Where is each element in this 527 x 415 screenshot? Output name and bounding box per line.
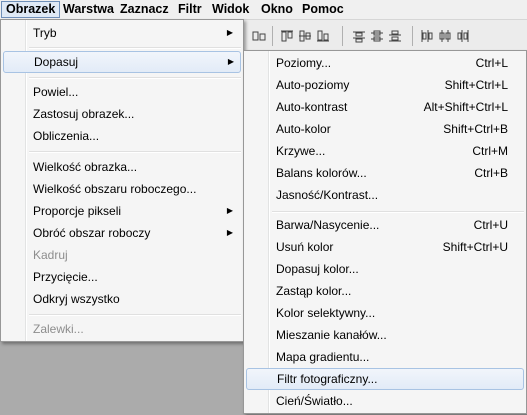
- align-bottom-icon[interactable]: [316, 29, 330, 43]
- menu-item-zastosuj-obrazek[interactable]: Zastosuj obrazek...: [3, 103, 239, 125]
- menu-item-mapa-gradientu[interactable]: Mapa gradientu...: [246, 346, 522, 368]
- menu-item-zastap-kolor[interactable]: Zastąp kolor...: [246, 280, 522, 302]
- menu-item-kadruj: Kadruj: [3, 244, 239, 266]
- menu-item-shortcut: Ctrl+U: [473, 218, 508, 232]
- menu-item-label: Przycięcie...: [33, 270, 98, 284]
- toolbar-separator: [412, 26, 413, 46]
- menu-item-balans-kolorow[interactable]: Balans kolorów... Ctrl+B: [246, 162, 522, 184]
- menu-item-label: Usuń kolor: [276, 240, 334, 254]
- menu-item-przyciecie[interactable]: Przycięcie...: [3, 266, 239, 288]
- menu-separator: [29, 47, 241, 49]
- menu-item-wielkosc-obrazka[interactable]: Wielkość obrazka...: [3, 156, 239, 178]
- menu-item-shortcut: Ctrl+B: [474, 166, 508, 180]
- distribute-vcenter-icon[interactable]: [370, 29, 384, 43]
- distribute-right-icon[interactable]: [456, 29, 470, 43]
- submenu-arrow-icon: ▶: [227, 57, 234, 66]
- menu-item-label: Obróć obszar roboczy: [33, 226, 151, 240]
- submenu-arrow-icon: ▶: [226, 28, 233, 37]
- menu-item-label: Balans kolorów...: [276, 166, 367, 180]
- menu-item-label: Kolor selektywny...: [276, 306, 376, 320]
- menu-item-label: Odkryj wszystko: [33, 292, 120, 306]
- menu-item-label: Cień/Światło...: [276, 394, 353, 408]
- menu-item-label: Zastosuj obrazek...: [33, 107, 135, 121]
- menu-item-wielkosc-obszaru-roboczego[interactable]: Wielkość obszaru roboczego...: [3, 178, 239, 200]
- menu-item-proporcje-pikseli[interactable]: Proporcje pikseli ▶: [3, 200, 239, 222]
- menu-item-cien-swiatlo[interactable]: Cień/Światło...: [246, 390, 522, 412]
- menu-item-kolor-selektywny[interactable]: Kolor selektywny...: [246, 302, 522, 324]
- menu-obrazek[interactable]: Obrazek: [1, 1, 61, 18]
- menu-item-krzywe[interactable]: Krzywe... Ctrl+M: [246, 140, 522, 162]
- toolbar-separator: [342, 26, 343, 46]
- menu-item-label: Krzywe...: [276, 144, 326, 158]
- menu-item-label: Dopasuj: [34, 55, 79, 69]
- menu-item-label: Obliczenia...: [33, 129, 100, 143]
- menu-item-powiel[interactable]: Powiel...: [3, 81, 239, 103]
- menu-item-mieszanie-kanalow[interactable]: Mieszanie kanałów...: [246, 324, 522, 346]
- menu-item-label: Mieszanie kanałów...: [276, 328, 387, 342]
- submenu-arrow-icon: ▶: [226, 228, 233, 237]
- align-icon[interactable]: [252, 29, 266, 43]
- menu-item-label: Powiel...: [33, 85, 79, 99]
- menu-item-barwa-nasycenie[interactable]: Barwa/Nasycenie... Ctrl+U: [246, 214, 522, 236]
- distribute-bottom-icon[interactable]: [388, 29, 402, 43]
- menu-separator: [272, 211, 524, 213]
- menu-item-shortcut: Alt+Shift+Ctrl+L: [423, 100, 508, 114]
- menu-okno[interactable]: Okno: [257, 1, 297, 18]
- menu-item-shortcut: Ctrl+L: [475, 56, 508, 70]
- dopasuj-submenu: Poziomy... Ctrl+L Auto-poziomy Shift+Ctr…: [243, 50, 527, 414]
- distribute-hcenter-icon[interactable]: [438, 29, 452, 43]
- obrazek-menu: Tryb ▶ Dopasuj ▶ Powiel... Zastosuj obra…: [0, 19, 244, 342]
- menu-item-filtr-fotograficzny[interactable]: Filtr fotograficzny...: [246, 368, 524, 390]
- menu-item-label: Dopasuj kolor...: [276, 262, 359, 276]
- menu-item-label: Poziomy...: [276, 56, 332, 70]
- menu-filtr[interactable]: Filtr: [174, 1, 206, 18]
- distribute-top-icon[interactable]: [352, 29, 366, 43]
- menu-item-label: Zalewki...: [33, 322, 84, 336]
- menu-item-label: Kadruj: [33, 248, 68, 262]
- menu-item-zalewki: Zalewki...: [3, 318, 239, 340]
- menu-item-usun-kolor[interactable]: Usuń kolor Shift+Ctrl+U: [246, 236, 522, 258]
- menu-item-label: Auto-poziomy: [276, 78, 350, 92]
- menu-item-tryb[interactable]: Tryb ▶: [3, 22, 239, 44]
- menu-separator: [29, 151, 241, 153]
- menu-item-label: Tryb: [33, 26, 57, 40]
- menu-item-shortcut: Shift+Ctrl+B: [443, 122, 508, 136]
- menu-item-odkryj-wszystko[interactable]: Odkryj wszystko: [3, 288, 239, 310]
- toolbar-separator: [272, 26, 273, 46]
- menu-separator: [29, 314, 241, 316]
- menu-item-shortcut: Ctrl+M: [472, 144, 508, 158]
- menu-zaznacz[interactable]: Zaznacz: [116, 1, 173, 18]
- menu-item-label: Zastąp kolor...: [276, 284, 352, 298]
- menu-item-label: Mapa gradientu...: [276, 350, 370, 364]
- menu-item-label: Jasność/Kontrast...: [276, 188, 379, 202]
- menu-widok[interactable]: Widok: [208, 1, 253, 18]
- menu-item-label: Proporcje pikseli: [33, 204, 122, 218]
- menu-item-dopasuj-kolor[interactable]: Dopasuj kolor...: [246, 258, 522, 280]
- menu-item-auto-kolor[interactable]: Auto-kolor Shift+Ctrl+B: [246, 118, 522, 140]
- menu-item-obliczenia[interactable]: Obliczenia...: [3, 125, 239, 147]
- menu-item-dopasuj[interactable]: Dopasuj ▶: [3, 51, 241, 73]
- align-top-icon[interactable]: [280, 29, 294, 43]
- menu-item-obroc-obszar-roboczy[interactable]: Obróć obszar roboczy ▶: [3, 222, 239, 244]
- menu-pomoc[interactable]: Pomoc: [298, 1, 348, 18]
- menu-warstwa[interactable]: Warstwa: [59, 1, 118, 18]
- menu-item-auto-poziomy[interactable]: Auto-poziomy Shift+Ctrl+L: [246, 74, 522, 96]
- submenu-arrow-icon: ▶: [226, 206, 233, 215]
- distribute-left-icon[interactable]: [420, 29, 434, 43]
- menu-item-jasnosc-kontrast[interactable]: Jasność/Kontrast...: [246, 184, 522, 206]
- menu-item-label: Wielkość obrazka...: [33, 160, 138, 174]
- menu-separator: [29, 77, 241, 79]
- menu-bar: Obrazek Warstwa Zaznacz Filtr Widok Okno…: [0, 0, 527, 20]
- menu-item-label: Wielkość obszaru roboczego...: [33, 182, 197, 196]
- menu-item-label: Auto-kontrast: [276, 100, 348, 114]
- menu-item-auto-kontrast[interactable]: Auto-kontrast Alt+Shift+Ctrl+L: [246, 96, 522, 118]
- menu-item-shortcut: Shift+Ctrl+L: [444, 78, 508, 92]
- menu-item-shortcut: Shift+Ctrl+U: [442, 240, 508, 254]
- menu-item-label: Auto-kolor: [276, 122, 331, 136]
- menu-item-poziomy[interactable]: Poziomy... Ctrl+L: [246, 52, 522, 74]
- menu-item-label: Filtr fotograficzny...: [277, 372, 378, 386]
- menu-item-label: Barwa/Nasycenie...: [276, 218, 380, 232]
- align-vcenter-icon[interactable]: [298, 29, 312, 43]
